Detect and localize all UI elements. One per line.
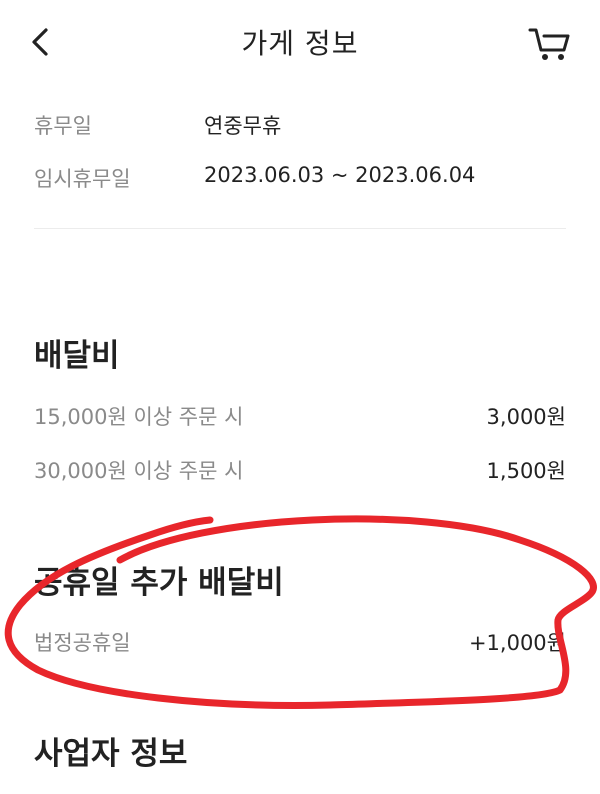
delivery-fee-amount: 1,500원 bbox=[486, 459, 566, 483]
holiday-label: 휴무일 bbox=[34, 114, 92, 138]
divider bbox=[34, 228, 566, 229]
holiday-fee-title: 공휴일 추가 배달비 bbox=[34, 565, 284, 601]
delivery-fee-row: 15,000원 이상 주문 시 3,000원 bbox=[34, 401, 566, 433]
business-info-title: 사업자 정보 bbox=[34, 736, 188, 772]
delivery-fee-title: 배달비 bbox=[34, 338, 120, 374]
temp-holiday-label: 임시휴무일 bbox=[34, 167, 131, 191]
delivery-fee-condition: 15,000원 이상 주문 시 bbox=[34, 405, 244, 429]
holiday-fee-label: 법정공휴일 bbox=[34, 631, 131, 655]
delivery-fee-row: 30,000원 이상 주문 시 1,500원 bbox=[34, 455, 566, 487]
app-header: 가게 정보 bbox=[0, 0, 600, 84]
delivery-fee-amount: 3,000원 bbox=[486, 405, 566, 429]
temp-holiday-value: 2023.06.03 ~ 2023.06.04 bbox=[204, 163, 476, 187]
cart-button[interactable] bbox=[524, 20, 576, 64]
holiday-value: 연중무휴 bbox=[204, 114, 282, 138]
holiday-fee-row: 법정공휴일 +1,000원 bbox=[34, 627, 566, 659]
cart-icon bbox=[528, 28, 570, 60]
delivery-fee-condition: 30,000원 이상 주문 시 bbox=[34, 459, 244, 483]
page-title: 가게 정보 bbox=[241, 27, 359, 60]
holiday-fee-amount: +1,000원 bbox=[468, 631, 566, 655]
